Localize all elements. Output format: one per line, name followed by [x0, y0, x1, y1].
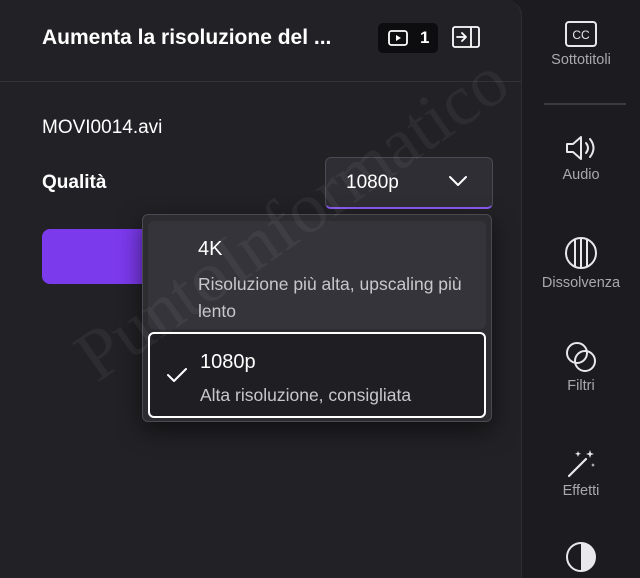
option-description: Alta risoluzione, consigliata — [200, 385, 412, 405]
panel-title: Aumenta la risoluzione del ... — [42, 26, 332, 49]
magic-wand-icon — [567, 450, 595, 478]
chevron-down-icon — [449, 176, 467, 186]
option-title: 4K — [198, 238, 223, 260]
quality-option-4k[interactable]: 4K Risoluzione più alta, upscaling più l… — [148, 221, 486, 329]
sidebar-item-filtri[interactable]: Filtri — [522, 340, 640, 394]
collapse-panel-icon[interactable] — [452, 26, 480, 48]
sidebar-item-label: Filtri — [567, 378, 595, 394]
sidebar-divider — [544, 103, 626, 105]
play-icon — [388, 30, 408, 46]
option-description: Risoluzione più alta, upscaling più lent… — [198, 274, 462, 321]
svg-text:CC: CC — [572, 28, 590, 42]
sidebar-item-dissolvenza[interactable]: Dissolvenza — [522, 235, 640, 291]
filters-icon — [566, 342, 596, 372]
sidebar-item-label: Audio — [562, 167, 600, 183]
sidebar-item-effetti[interactable]: Effetti — [522, 447, 640, 499]
upscale-button[interactable] — [42, 229, 152, 284]
speaker-icon — [566, 136, 595, 160]
contrast-icon — [566, 542, 596, 572]
cc-icon: CC — [565, 21, 597, 47]
checkmark-icon — [167, 368, 187, 382]
panel-header: Aumenta la risoluzione del ... 1 — [0, 0, 521, 82]
sidebar-item-label: Sottotitoli — [551, 52, 611, 68]
quality-label: Qualità — [42, 172, 107, 193]
sidebar-item-label: Effetti — [562, 483, 600, 499]
sidebar-item-sottotitoli[interactable]: CC Sottotitoli — [522, 20, 640, 68]
file-name: MOVI0014.avi — [42, 117, 163, 138]
fade-icon — [565, 237, 597, 269]
option-title: 1080p — [200, 351, 256, 373]
quality-select[interactable]: 1080p — [325, 157, 493, 209]
clip-count-badge[interactable]: 1 — [378, 23, 438, 53]
clip-count: 1 — [420, 28, 430, 47]
quality-dropdown-menu: 4K Risoluzione più alta, upscaling più l… — [142, 214, 492, 422]
sidebar-item-contrast[interactable] — [522, 540, 640, 574]
quality-select-value: 1080p — [346, 172, 399, 193]
right-sidebar: CC Sottotitoli Audio Dissolvenza Filtri — [522, 0, 640, 578]
sidebar-item-audio[interactable]: Audio — [522, 133, 640, 183]
quality-option-1080p[interactable]: 1080p Alta risoluzione, consigliata — [148, 332, 486, 418]
sidebar-item-label: Dissolvenza — [541, 275, 621, 291]
